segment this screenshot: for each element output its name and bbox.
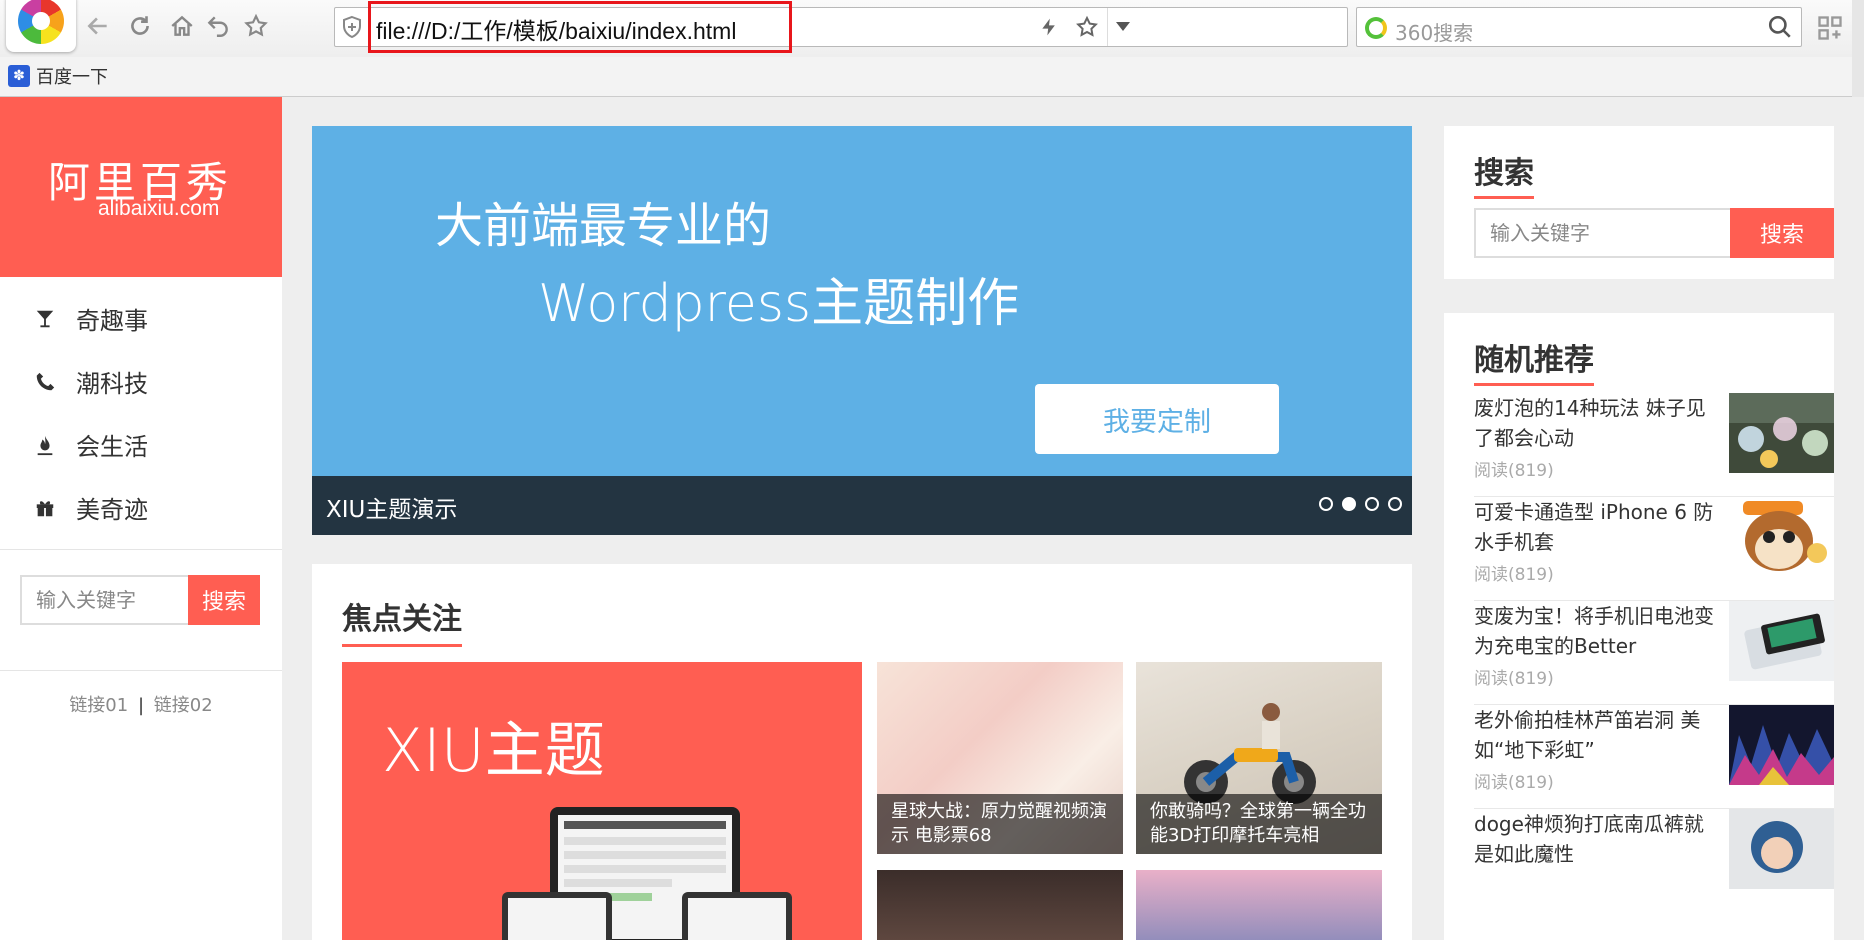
browser-search-box[interactable]: 360搜索 bbox=[1356, 7, 1802, 47]
slide-headline-1: 大前端最专业的 bbox=[435, 198, 772, 254]
recommend-item[interactable]: 变废为宝！将手机旧电池变为充电宝的Better 阅读(819) bbox=[1474, 601, 1834, 705]
link-02[interactable]: 链接02 bbox=[154, 695, 213, 716]
customize-button[interactable]: 我要定制 bbox=[1035, 384, 1279, 454]
sidebar-search-form: 搜索 bbox=[20, 575, 260, 625]
fire-icon bbox=[34, 434, 56, 456]
widget-search-button[interactable]: 搜索 bbox=[1730, 208, 1834, 258]
sidebar-search-input[interactable] bbox=[20, 575, 188, 625]
nav-item-meiqiji[interactable]: 美奇迹 bbox=[0, 476, 282, 539]
sidebar-search-button[interactable]: 搜索 bbox=[188, 575, 260, 625]
recommend-item[interactable]: doge神烦狗打底南瓜裤就是如此魔性 bbox=[1474, 809, 1834, 913]
random-widget-title: 随机推荐 bbox=[1474, 335, 1594, 386]
slider-dot-1[interactable] bbox=[1319, 497, 1333, 511]
left-sidebar: 阿里百秀 alibaixiu.com 奇趣事 潮科技 会生活 美奇迹 输入关键字… bbox=[0, 97, 282, 940]
recommend-item[interactable]: 老外偷拍桂林芦笛岩洞 美如“地下彩虹” 阅读(819) bbox=[1474, 705, 1834, 809]
focus-card-caption: 你敢骑吗？全球第一辆全功能3D打印摩托车亮相 bbox=[1136, 794, 1382, 854]
search-engine-logo-icon bbox=[1365, 17, 1387, 39]
home-icon[interactable] bbox=[168, 12, 196, 40]
search-widget: 搜索 搜索 bbox=[1444, 126, 1834, 279]
hero-slider[interactable]: 大前端最专业的 Wordpress主题制作 我要定制 XIU主题演示 bbox=[312, 126, 1412, 535]
slider-dot-3[interactable] bbox=[1365, 497, 1379, 511]
browser-logo-icon bbox=[18, 0, 64, 44]
gift-icon bbox=[34, 497, 56, 519]
focus-card-caption: 星球大战：原力觉醒视频演示 电影票68 bbox=[877, 794, 1123, 854]
slide-headline-2: Wordpress主题制作 bbox=[538, 274, 1020, 334]
random-recommend-widget: 随机推荐 废灯泡的14种玩法 妹子见了都会心动 阅读(819) 可爱卡通造型 i… bbox=[1444, 313, 1834, 940]
address-url[interactable]: file:///D:/工作/模板/baixiu/index.html bbox=[376, 12, 736, 46]
recommend-title[interactable]: doge神烦狗打底南瓜裤就是如此魔性 bbox=[1474, 809, 1719, 869]
recommend-title[interactable]: 老外偷拍桂林芦笛岩洞 美如“地下彩虹” bbox=[1474, 705, 1719, 765]
glass-icon bbox=[34, 308, 56, 330]
bookmark-baidu[interactable]: ✽ 百度一下 bbox=[8, 63, 108, 89]
focus-card-fashion[interactable] bbox=[1136, 870, 1382, 940]
link-01[interactable]: 链接01 bbox=[69, 695, 128, 716]
favorite-star-icon[interactable] bbox=[242, 12, 270, 40]
bookmarks-bar: ✽ 百度一下 bbox=[0, 57, 1864, 97]
refresh-icon[interactable] bbox=[126, 12, 154, 40]
slider-dot-4[interactable] bbox=[1388, 497, 1402, 511]
recommend-item[interactable]: 可爱卡通造型 iPhone 6 防水手机套 阅读(819) bbox=[1474, 497, 1834, 601]
bulb-thumbnail bbox=[1729, 393, 1834, 473]
nav-item-label: 奇趣事 bbox=[76, 307, 148, 335]
back-icon[interactable] bbox=[84, 12, 112, 40]
nav-item-huishenghuo[interactable]: 会生活 bbox=[0, 413, 282, 476]
address-actions bbox=[1035, 13, 1101, 41]
slide-caption-title[interactable]: XIU主题演示 bbox=[326, 490, 457, 524]
nav-item-chaokeji[interactable]: 潮科技 bbox=[0, 350, 282, 413]
recommend-item[interactable]: 废灯泡的14种玩法 妹子见了都会心动 阅读(819) bbox=[1474, 393, 1834, 497]
extensions-grid-icon[interactable] bbox=[1816, 14, 1844, 42]
bookmark-label: 百度一下 bbox=[36, 67, 108, 88]
bookmark-star-icon[interactable] bbox=[1073, 13, 1101, 41]
focus-card-3d-motorcycle[interactable]: 你敢骑吗？全球第一辆全功能3D打印摩托车亮相 bbox=[1136, 662, 1382, 854]
focus-card-portrait[interactable] bbox=[877, 870, 1123, 940]
recommend-read-count: 阅读(819) bbox=[1474, 773, 1554, 793]
tablet-mockup-image bbox=[682, 892, 792, 940]
category-nav: 奇趣事 潮科技 会生活 美奇迹 bbox=[0, 277, 282, 550]
recommend-read-count: 阅读(819) bbox=[1474, 565, 1554, 585]
focus-big-card[interactable]: XIU主题 bbox=[342, 662, 862, 940]
search-widget-title: 搜索 bbox=[1474, 148, 1534, 199]
phone-icon bbox=[34, 371, 56, 393]
baidu-paw-icon: ✽ bbox=[8, 65, 30, 87]
recommend-read-count: 阅读(819) bbox=[1474, 461, 1554, 481]
recommend-title[interactable]: 废灯泡的14种玩法 妹子见了都会心动 bbox=[1474, 393, 1719, 453]
nav-item-label: 会生活 bbox=[76, 433, 148, 461]
nav-item-label: 潮科技 bbox=[76, 370, 148, 398]
slider-dot-2[interactable] bbox=[1342, 497, 1356, 511]
lightning-icon[interactable] bbox=[1035, 13, 1063, 41]
nav-item-qiqushi[interactable]: 奇趣事 bbox=[0, 287, 282, 350]
widget-search-input[interactable] bbox=[1474, 208, 1730, 258]
power-bank-thumbnail bbox=[1729, 601, 1834, 681]
browser-logo[interactable] bbox=[6, 0, 76, 52]
nav-item-label: 美奇迹 bbox=[76, 496, 148, 524]
focus-panel: 焦点关注 XIU主题 星球大战：原力觉醒视频演示 电影票68 你敢骑吗？全球第一… bbox=[312, 564, 1412, 940]
focus-heading: 焦点关注 bbox=[342, 594, 462, 647]
site-logo[interactable]: 阿里百秀 alibaixiu.com bbox=[0, 97, 282, 277]
cave-thumbnail bbox=[1729, 705, 1834, 785]
sidebar-links: 链接01 | 链接02 bbox=[0, 670, 282, 717]
browser-toolbar: file:///D:/工作/模板/baixiu/index.html 360搜索 bbox=[0, 0, 1864, 57]
chipmunk-case-thumbnail bbox=[1729, 497, 1834, 577]
logo-domain-text: alibaixiu.com bbox=[98, 197, 220, 220]
undo-icon[interactable] bbox=[204, 12, 232, 40]
slide-caption-bar: XIU主题演示 bbox=[312, 476, 1412, 535]
security-shield-icon bbox=[340, 15, 364, 39]
doge-pants-thumbnail bbox=[1729, 809, 1834, 889]
laptop-mockup-image bbox=[502, 892, 612, 940]
focus-card-starwars[interactable]: 星球大战：原力觉醒视频演示 电影票68 bbox=[877, 662, 1123, 854]
search-icon[interactable] bbox=[1767, 14, 1793, 40]
recommend-title[interactable]: 变废为宝！将手机旧电池变为充电宝的Better bbox=[1474, 601, 1719, 661]
browser-search-placeholder: 360搜索 bbox=[1395, 21, 1474, 45]
slider-dots bbox=[1319, 497, 1402, 511]
page-content: 阿里百秀 alibaixiu.com 奇趣事 潮科技 会生活 美奇迹 输入关键字… bbox=[0, 97, 1864, 940]
big-card-title: XIU主题 bbox=[382, 716, 605, 786]
link-separator: | bbox=[137, 695, 145, 716]
window-scrollbar[interactable] bbox=[1852, 0, 1864, 97]
recommend-title[interactable]: 可爱卡通造型 iPhone 6 防水手机套 bbox=[1474, 497, 1719, 557]
recommend-read-count: 阅读(819) bbox=[1474, 669, 1554, 689]
widget-search-form: 搜索 bbox=[1474, 208, 1834, 258]
address-dropdown-icon[interactable] bbox=[1107, 8, 1137, 46]
